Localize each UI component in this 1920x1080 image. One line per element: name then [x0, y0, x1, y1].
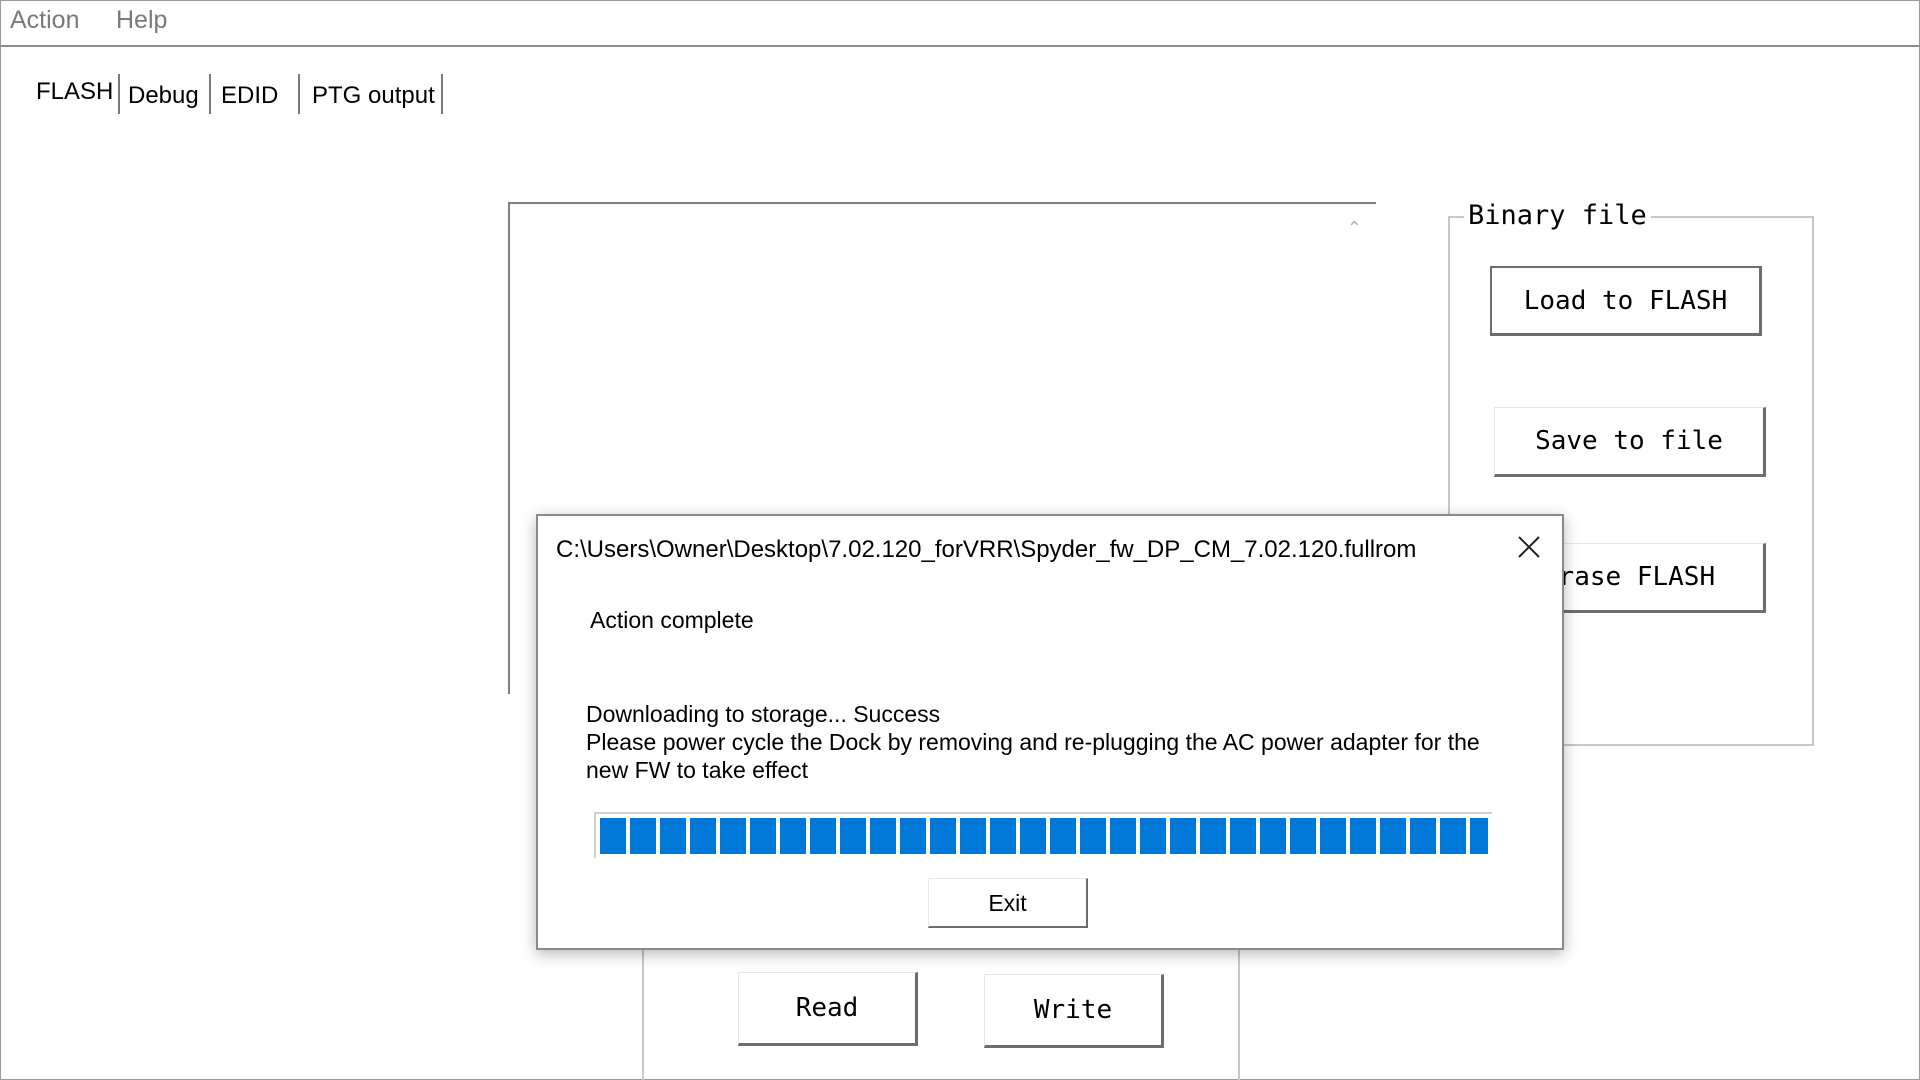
save-to-file-button[interactable]: Save to file	[1494, 407, 1766, 477]
menu-action[interactable]: Action	[10, 6, 79, 35]
load-to-flash-button[interactable]: Load to FLASH	[1490, 266, 1762, 336]
exit-button[interactable]: Exit	[928, 878, 1088, 928]
binary-file-label: Binary file	[1464, 200, 1651, 231]
scroll-up-icon[interactable]: ⌃	[1347, 218, 1362, 239]
tab-flash[interactable]: FLASH	[36, 78, 113, 106]
menu-help[interactable]: Help	[116, 6, 167, 35]
dialog-message-line2: Please power cycle the Dock by removing …	[586, 729, 1480, 783]
progress-fill	[600, 818, 1488, 854]
action-complete-dialog: C:\Users\Owner\Desktop\7.02.120_forVRR\S…	[536, 514, 1564, 950]
dialog-heading: Action complete	[590, 607, 754, 633]
dialog-message-line1: Downloading to storage... Success	[586, 701, 941, 727]
tab-separator	[118, 74, 120, 114]
tab-ptg-output[interactable]: PTG output	[312, 82, 435, 110]
tab-debug[interactable]: Debug	[128, 82, 199, 110]
menu-bar: Action Help	[0, 0, 1920, 47]
tab-separator	[209, 74, 211, 114]
write-button[interactable]: Write	[984, 974, 1164, 1048]
tab-edid[interactable]: EDID	[221, 82, 278, 110]
tab-separator	[441, 74, 443, 114]
dialog-message: Downloading to storage... Success Please…	[586, 700, 1486, 784]
read-button[interactable]: Read	[738, 972, 918, 1046]
dialog-title: C:\Users\Owner\Desktop\7.02.120_forVRR\S…	[556, 536, 1417, 563]
close-icon[interactable]	[1512, 530, 1546, 564]
tab-separator	[298, 74, 300, 114]
progress-bar	[594, 812, 1492, 858]
